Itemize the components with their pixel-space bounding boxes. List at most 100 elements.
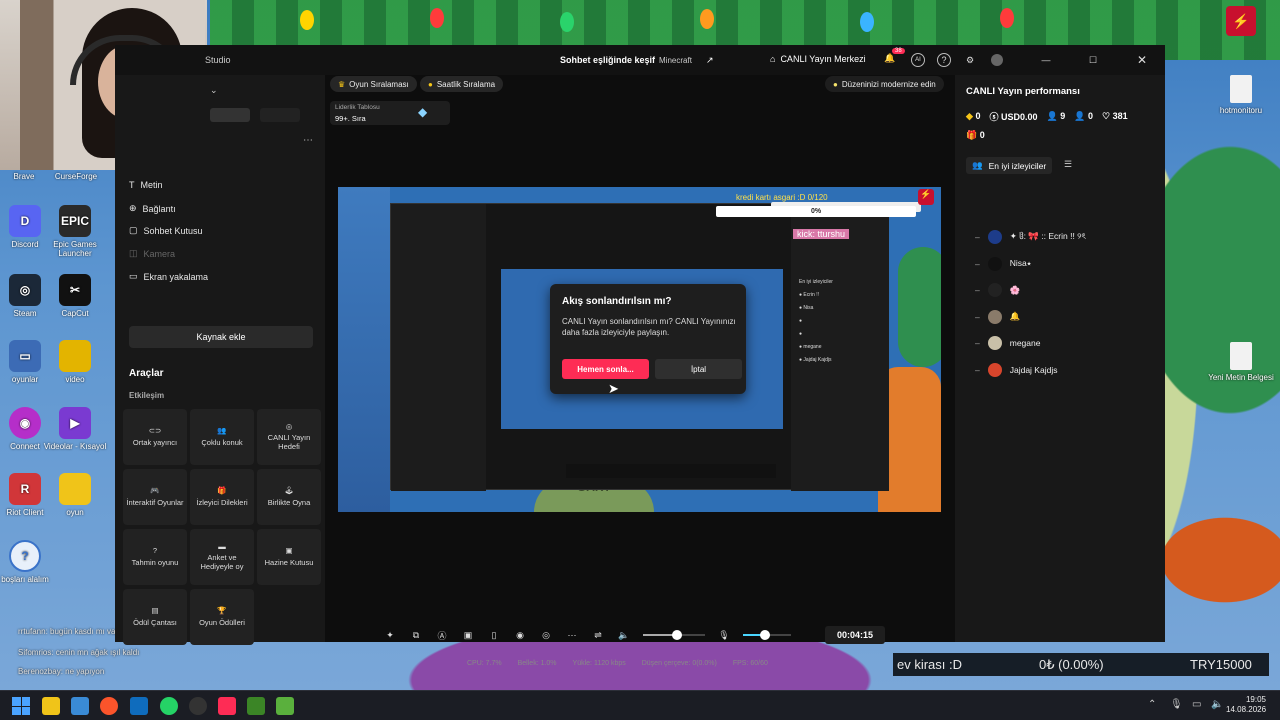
top-viewer-row[interactable]: – megane — [975, 334, 1040, 352]
magic-effects-icon[interactable]: ✦ — [383, 628, 397, 642]
start-button-icon[interactable] — [12, 697, 30, 715]
tool-live-goal[interactable]: ◎ CANLI Yayın Hedefi — [257, 409, 321, 465]
like-count: 381 — [1112, 111, 1128, 121]
phone-icon[interactable]: ▯ — [487, 628, 501, 642]
whatsapp-icon[interactable] — [160, 697, 178, 715]
store-icon[interactable] — [71, 697, 89, 715]
minecraft-launcher-icon[interactable] — [276, 697, 294, 715]
source-item-link[interactable]: ⊕ Bağlantı — [129, 203, 176, 214]
add-source-button[interactable]: Kaynak ekle — [129, 326, 313, 348]
ai-tools-icon[interactable]: Ⓐ — [435, 628, 449, 642]
tab-hourly-ranking[interactable]: ● Saatlik Sıralama — [420, 76, 504, 92]
clock-time: 19:05 — [1245, 695, 1266, 704]
chevron-down-icon[interactable]: ⌄ — [210, 85, 218, 96]
tiktok-live-icon[interactable] — [218, 697, 236, 715]
end-now-button[interactable]: Hemen sonla... — [562, 359, 649, 379]
capture-icon[interactable]: ◎ — [539, 628, 553, 642]
top-viewer-row[interactable]: – Jajdaj Kajdjs — [975, 361, 1057, 379]
settings-gear-icon[interactable]: ⚙ — [963, 53, 977, 67]
close-icon[interactable]: ✕ — [1135, 53, 1149, 67]
ai-icon[interactable]: AI — [911, 53, 925, 67]
tool-multi-guest[interactable]: 👥 Çoklu konuk — [190, 409, 254, 465]
tool-co-host[interactable]: ⊂⊃ Ortak yayıncı — [123, 409, 187, 465]
more-options-icon[interactable]: ⋯ — [303, 135, 313, 146]
tray-volume-icon[interactable]: 🔈 — [1211, 699, 1223, 710]
live-center-button[interactable]: ⌂ CANLI Yayın Merkezi — [770, 54, 866, 64]
cancel-button[interactable]: İptal — [655, 359, 742, 379]
mic-volume-slider[interactable] — [743, 630, 791, 640]
desktop-icon-oyun[interactable]: oyun — [39, 473, 111, 517]
performance-panel: CANLI Yayın performansı ◆ 0 ⓢ USD0.00 👤 … — [955, 75, 1165, 642]
tool-treasure-box[interactable]: ▣ Hazine Kutusu — [257, 529, 321, 585]
desktop-icon-boslari-alalim[interactable]: ? boşları alalım — [0, 540, 61, 584]
profile-avatar[interactable] — [991, 54, 1003, 66]
tool-play-together[interactable]: 🕹 Birlikte Oyna — [257, 469, 321, 525]
top-viewer-row[interactable]: – 🔔 — [975, 308, 1020, 326]
stream-category: Minecraft — [659, 56, 692, 65]
app-brand: Studio — [205, 55, 231, 65]
clock[interactable]: 19:05 14.08.2026 — [1226, 695, 1266, 715]
share-icon[interactable]: ↗ — [706, 55, 714, 66]
stream-title[interactable]: Sohbet eşliğinde keşif — [560, 55, 655, 65]
minimize-icon[interactable]: — — [1039, 53, 1053, 67]
tool-viewer-wishes[interactable]: 🎁 İzleyici Dilekleri — [190, 469, 254, 525]
tray-chevron-icon[interactable]: ⌃ — [1148, 699, 1156, 710]
top-viewers-tab[interactable]: 👥 En iyi izleyiciler — [966, 157, 1053, 174]
layers-icon[interactable]: ⧉ — [409, 628, 423, 642]
source-item-chat-box[interactable]: ▢ Sohbet Kutusu — [129, 225, 203, 236]
tool-poll[interactable]: ▬ Anket ve Hediyeyle oy — [190, 529, 254, 585]
speaker-icon[interactable]: 🔈 — [617, 628, 631, 642]
desktop-icon-hotmonitoru[interactable]: hotmonitoru — [1205, 75, 1277, 115]
source-label: Bağlantı — [142, 203, 176, 214]
obs-icon[interactable] — [189, 697, 207, 715]
record-icon[interactable]: ◉ — [513, 628, 527, 642]
video-shortcut-icon: ▶ — [59, 407, 91, 439]
viewer-name: 🔔 — [1009, 311, 1021, 322]
desktop-icon-videolar[interactable]: ▶ Videolar - Kısayol — [39, 407, 111, 451]
desktop-icon-epic-games[interactable]: EPIC Epic Games Launcher — [39, 205, 111, 258]
layout-toggle-landscape[interactable] — [210, 108, 250, 122]
microphone-icon[interactable]: 🎙 — [717, 628, 731, 642]
desktop-icon-capcut[interactable]: ✂ CapCut — [39, 274, 111, 318]
help-icon[interactable]: ? — [937, 53, 951, 67]
file-explorer-icon[interactable] — [42, 697, 60, 715]
audio-mixer-icon[interactable]: ⇌ — [591, 628, 605, 642]
treasure-icon: ▣ — [285, 545, 293, 555]
notification-badge: 38 — [892, 48, 905, 54]
tool-interactive-games[interactable]: 🎮 İnteraktif Oyunlar — [123, 469, 187, 525]
desktop-icon-curseforge[interactable]: CurseForge — [40, 172, 112, 181]
scene-icon[interactable]: ▣ — [461, 628, 475, 642]
tool-label: Oyun Ödülleri — [199, 617, 245, 627]
tab-game-ranking[interactable]: ♛ Oyun Sıralaması — [330, 76, 417, 92]
follower-stat: 👤 0 — [1074, 111, 1093, 122]
outlook-icon[interactable] — [130, 697, 148, 715]
source-item-text[interactable]: T Metin — [129, 180, 163, 190]
source-item-screen-capture[interactable]: ▭ Ekran yakalama — [129, 271, 208, 282]
tool-reward-bag[interactable]: ▤ Ödül Çantası — [123, 589, 187, 645]
speaker-volume-slider[interactable] — [643, 630, 705, 640]
brave-icon[interactable] — [100, 697, 118, 715]
clock-date: 14.08.2026 — [1226, 705, 1267, 714]
top-viewer-row[interactable]: – ✦ ჱ: 🎀 :: Ecrin !! ୨ৎ — [975, 228, 1086, 246]
more-icon[interactable]: ⋯ — [565, 628, 579, 642]
desktop-icon-yeni-metin[interactable]: Yeni Metin Belgesi — [1205, 342, 1277, 382]
source-item-camera[interactable]: ◫ Kamera — [129, 248, 175, 259]
leaderboard-card[interactable]: Liderlik Tablosu 99+. Sıra ◆ — [330, 101, 450, 125]
tool-prediction[interactable]: ? Tahmin oyunu — [123, 529, 187, 585]
top-viewer-row[interactable]: – 🌸 — [975, 281, 1020, 299]
stream-preview-canvas[interactable]: GARY En iyi izleyiciler● Ecrin !!● Nisa●… — [338, 187, 941, 512]
tool-label: CANLI Yayın Hedefi — [267, 433, 311, 451]
modernize-layout-button[interactable]: ● Düzeninizi modernize edin — [825, 76, 944, 92]
list-icon[interactable]: ☰ — [1064, 159, 1072, 170]
tool-game-rewards[interactable]: 🏆 Oyun Ödülleri — [190, 589, 254, 645]
desktop-icon-video[interactable]: video — [39, 340, 111, 384]
tray-network-icon[interactable]: ▭ — [1192, 699, 1201, 710]
layout-toggle-portrait[interactable] — [260, 108, 300, 122]
viewer-rank-dash: – — [975, 311, 980, 322]
maximize-icon[interactable]: ☐ — [1086, 53, 1100, 67]
tray-mic-icon[interactable]: 🎙 — [1170, 699, 1183, 710]
minecraft-icon[interactable] — [247, 697, 265, 715]
viewer-rank-dash: – — [975, 365, 980, 375]
top-viewer-row[interactable]: – Nisa⭑ — [975, 255, 1031, 273]
notification-bell-icon[interactable]: 🔔 — [884, 53, 895, 64]
